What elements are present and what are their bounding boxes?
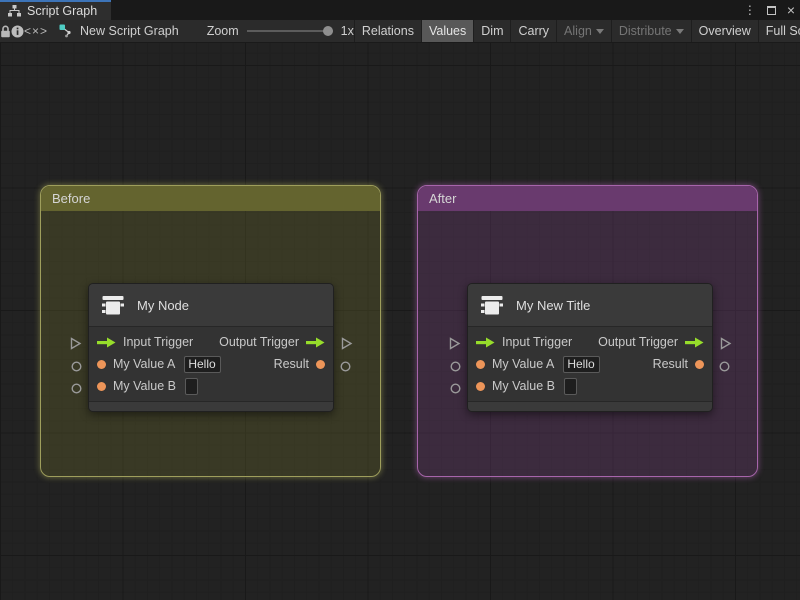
value-port-icon: [476, 381, 485, 391]
input-trigger-socket[interactable]: [448, 337, 461, 350]
lock-icon: [1, 25, 10, 37]
value-b-socket[interactable]: [450, 383, 461, 394]
zoom-slider[interactable]: [246, 24, 333, 38]
value-port-icon: [476, 359, 485, 369]
relations-button[interactable]: Relations: [353, 20, 421, 42]
values-button[interactable]: Values: [420, 20, 474, 42]
value-b-port[interactable]: My Value B: [97, 377, 198, 395]
carry-button[interactable]: Carry: [510, 20, 556, 42]
zoom-control: Zoom 1x: [207, 20, 354, 42]
result-port[interactable]: Result: [274, 357, 325, 371]
output-trigger-socket[interactable]: [719, 337, 732, 350]
graph-canvas[interactable]: Before After My Node Input Trigger Outpu…: [0, 43, 800, 600]
dim-button[interactable]: Dim: [473, 20, 510, 42]
code-view-button[interactable]: <×>: [24, 20, 48, 42]
value-b-input[interactable]: [564, 377, 577, 395]
lock-button[interactable]: [0, 20, 11, 42]
zoom-label: Zoom: [206, 24, 239, 38]
output-trigger-socket[interactable]: [340, 337, 353, 350]
value-b-port[interactable]: My Value B: [476, 377, 577, 395]
graph-asset-label: New Script Graph: [48, 20, 191, 42]
info-icon: [11, 25, 24, 37]
output-trigger-port[interactable]: Output Trigger: [219, 335, 325, 349]
custom-node-icon: [481, 296, 503, 315]
input-trigger-port[interactable]: Input Trigger: [97, 335, 193, 349]
value-a-input[interactable]: [563, 355, 601, 373]
node-ports: Input Trigger Output Trigger My Value A: [89, 327, 333, 401]
script-graph-asset-icon: [59, 24, 71, 38]
close-icon[interactable]: ×: [787, 3, 795, 17]
graph-name: New Script Graph: [80, 24, 179, 38]
trigger-arrow-icon: [306, 337, 325, 347]
zoom-slider-track: [246, 30, 333, 32]
result-socket[interactable]: [340, 361, 351, 372]
node-title: My Node: [137, 297, 190, 313]
node-header[interactable]: My Node: [89, 284, 333, 327]
overview-button[interactable]: Overview: [690, 20, 758, 42]
code-brackets-icon: <×>: [24, 24, 49, 38]
value-b-socket[interactable]: [71, 383, 82, 394]
menu-icon[interactable]: ⋮: [744, 4, 756, 16]
maximize-icon[interactable]: [766, 5, 776, 15]
custom-node-icon: [102, 296, 124, 315]
zoom-value: 1x: [340, 24, 354, 38]
window-controls: ⋮ ×: [744, 0, 795, 20]
hierarchy-graph-icon: [8, 5, 21, 17]
value-a-socket[interactable]: [71, 361, 82, 372]
info-button[interactable]: [11, 20, 24, 42]
value-a-socket[interactable]: [450, 361, 461, 372]
node-header[interactable]: My New Title: [468, 284, 712, 327]
chevron-down-icon: [595, 29, 604, 34]
node-footer: [89, 401, 333, 411]
trigger-arrow-icon: [476, 337, 495, 347]
result-port[interactable]: Result: [653, 357, 704, 371]
value-port-icon: [97, 381, 106, 391]
graph-toolbar: <×> New Script Graph Zoom 1x Relations V…: [0, 20, 800, 43]
chevron-down-icon: [675, 29, 684, 34]
node-my-node: My Node Input Trigger Output Trigger My …: [70, 283, 353, 412]
input-trigger-port[interactable]: Input Trigger: [476, 335, 572, 349]
value-a-port[interactable]: My Value A: [476, 355, 601, 373]
result-socket[interactable]: [719, 361, 730, 372]
value-b-input[interactable]: [185, 377, 198, 395]
distribute-dropdown[interactable]: Distribute: [610, 20, 691, 42]
trigger-arrow-icon: [685, 337, 704, 347]
tab-label: Script Graph: [27, 4, 98, 18]
output-trigger-port[interactable]: Output Trigger: [598, 335, 704, 349]
group-after-header[interactable]: After: [418, 186, 757, 211]
value-port-icon: [316, 359, 325, 369]
value-a-input[interactable]: [184, 355, 222, 373]
zoom-slider-knob[interactable]: [322, 26, 333, 36]
tab-bar: Script Graph ⋮ ×: [0, 0, 800, 20]
script-graph-window: Script Graph ⋮ × <×> New Script Graph Zo…: [0, 0, 800, 600]
value-port-icon: [695, 359, 704, 369]
node-title: My New Title: [516, 297, 591, 313]
tab-script-graph[interactable]: Script Graph: [0, 0, 112, 20]
node-footer: [468, 401, 712, 411]
input-trigger-socket[interactable]: [69, 337, 82, 350]
value-port-icon: [97, 359, 106, 369]
full-screen-button[interactable]: Full Screen: [757, 20, 800, 42]
align-dropdown[interactable]: Align: [556, 20, 611, 42]
trigger-arrow-icon: [97, 337, 116, 347]
node-my-new-title: My New Title Input Trigger Output Trigge…: [449, 283, 732, 412]
value-a-port[interactable]: My Value A: [97, 355, 222, 373]
node-ports: Input Trigger Output Trigger My Value A: [468, 327, 712, 401]
group-before-header[interactable]: Before: [41, 186, 380, 211]
